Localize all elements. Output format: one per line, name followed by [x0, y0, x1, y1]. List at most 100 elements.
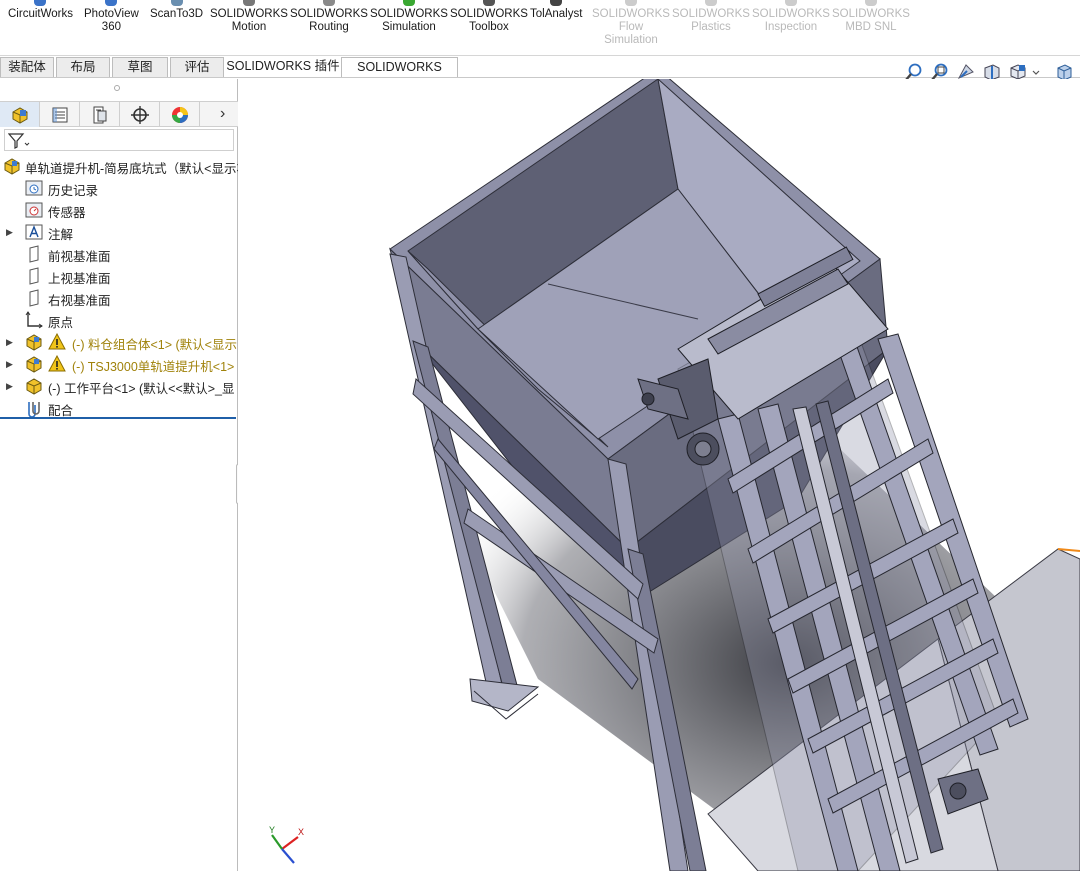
tree-item-root-assembly[interactable]: 单轨道提升机-简易底坑式（默认<显示状: [0, 155, 238, 177]
tab-layout[interactable]: 布局: [56, 57, 110, 77]
tree-label: 传感器: [48, 206, 86, 220]
tab-configuration-manager[interactable]: [80, 102, 120, 127]
tree-label: (-) 工作平台<1> (默认<<默认>_显: [48, 382, 235, 396]
origin-icon: [25, 311, 43, 329]
panel-more-tabs-button[interactable]: ›: [220, 105, 234, 123]
tab-solidworks-mbd[interactable]: SOLIDWORKS MBD: [341, 57, 458, 92]
tree-label: 单轨道提升机-简易底坑式（默认<显示状: [25, 162, 238, 176]
ribbon-button-label: Routing: [309, 21, 349, 33]
tree-item-component-platform[interactable]: ▶ (-) 工作平台<1> (默认<<默认>_显: [0, 375, 238, 397]
tab-evaluate[interactable]: 评估: [170, 57, 224, 77]
warning-icon: [48, 355, 66, 372]
ribbon-button-label: 360: [101, 21, 121, 33]
tab-sketch[interactable]: 草图: [112, 57, 168, 77]
tab-property-manager[interactable]: [40, 102, 80, 127]
ribbon-button-label: Simulation: [604, 34, 658, 46]
tree-item-front-plane[interactable]: 前视基准面: [0, 243, 238, 265]
ribbon-button-label: SOLIDWORKS: [592, 8, 670, 20]
tab-solidworks-addins[interactable]: SOLIDWORKS 插件: [226, 57, 340, 77]
tree-item-component-hopper[interactable]: ▶ (-) 料仓组合体<1> (默认<显示: [0, 331, 238, 353]
tree-item-right-plane[interactable]: 右视基准面: [0, 287, 238, 309]
ribbon-button-label: Flow: [618, 21, 644, 33]
tree-item-top-plane[interactable]: 上视基准面: [0, 265, 238, 287]
subassembly-icon: [26, 334, 42, 351]
ribbon-button-label: TolAnalyst: [530, 8, 583, 20]
ribbon-button-circuitworks[interactable]: CircuitWorks: [8, 0, 73, 21]
manager-tabs: ›: [0, 101, 238, 127]
ribbon-button-label: Motion: [231, 21, 267, 33]
tree-item-sensors[interactable]: 传感器: [0, 199, 238, 221]
ribbon-button-scanto3d[interactable]: ScanTo3D: [150, 0, 203, 21]
plane-icon: [29, 245, 39, 263]
ribbon-button-photoview[interactable]: PhotoView 360: [84, 0, 139, 34]
expand-arrow-icon[interactable]: ▶: [6, 331, 14, 353]
tree-label: (-) TSJ3000单轨道提升机<1>: [72, 360, 235, 374]
dimxpert-icon: [130, 105, 149, 124]
tree-item-origin[interactable]: 原点: [0, 309, 238, 331]
ribbon-button-label: SOLIDWORKS: [290, 8, 368, 20]
warning-icon: [48, 333, 66, 350]
command-ribbon: CircuitWorks PhotoView 360 ScanTo3D SOLIDWOR…: [0, 0, 1080, 56]
ribbon-button-label: Inspection: [764, 21, 818, 33]
tree-label: 原点: [48, 316, 74, 330]
axis-y-label: Y: [269, 825, 275, 835]
tree-label: 历史记录: [48, 184, 99, 198]
tree-item-history[interactable]: 历史记录: [0, 177, 238, 199]
tab-dimxpert-manager[interactable]: [120, 102, 160, 127]
tree-label: 前视基准面: [48, 250, 111, 264]
panel-grip-icon[interactable]: [114, 85, 120, 91]
configuration-manager-icon: [93, 106, 106, 123]
assembly-icon: [4, 158, 20, 175]
feature-manager-panel: › 单轨道提升机-简易底坑式（默认<显示状 历史记录 传感器 ▶ 注解 前视基准…: [0, 79, 238, 871]
ribbon-button-toolbox[interactable]: SOLIDWORKS Toolbox: [450, 0, 528, 34]
plane-icon: [29, 267, 39, 285]
ribbon-button-motion[interactable]: SOLIDWORKS Motion: [210, 0, 288, 34]
display-manager-icon: [171, 106, 188, 123]
expand-arrow-icon[interactable]: ▶: [6, 353, 14, 375]
model-render: X Y: [269, 79, 1080, 871]
tree-label: 右视基准面: [48, 294, 111, 308]
ribbon-button-label: SOLIDWORKS: [752, 8, 830, 20]
annotation-icon: [25, 224, 43, 240]
tree-label: 上视基准面: [48, 272, 111, 286]
feature-tree-filter[interactable]: [4, 129, 234, 151]
mates-icon: [28, 402, 40, 417]
tree-selection-line: [0, 417, 236, 419]
ribbon-button-label: SOLIDWORKS: [672, 8, 750, 20]
tab-display-manager[interactable]: [160, 102, 200, 127]
subassembly-icon: [26, 378, 42, 395]
ribbon-button-label: PhotoView: [84, 8, 139, 20]
ribbon-button-label: SOLIDWORKS: [450, 8, 528, 20]
feature-manager-icon: [12, 106, 27, 124]
ribbon-button-label: Simulation: [382, 21, 436, 33]
ribbon-button-label: CircuitWorks: [8, 8, 73, 20]
expand-arrow-icon[interactable]: ▶: [6, 221, 14, 243]
expand-arrow-icon[interactable]: ▶: [6, 375, 14, 397]
ribbon-button-routing[interactable]: SOLIDWORKS Routing: [290, 0, 368, 34]
ribbon-button-label: Toolbox: [469, 21, 509, 33]
ribbon-button-plastics[interactable]: SOLIDWORKS Plastics: [672, 0, 750, 34]
axis-x-label: X: [298, 827, 304, 837]
history-icon: [25, 180, 43, 196]
ribbon-button-tolanalyst[interactable]: TolAnalyst: [530, 0, 582, 21]
tree-item-component-lifter[interactable]: ▶ (-) TSJ3000单轨道提升机<1>: [0, 353, 238, 375]
tree-label: (-) 料仓组合体<1> (默认<显示: [72, 338, 237, 352]
ribbon-button-label: SOLIDWORKS: [210, 8, 288, 20]
ribbon-button-inspection[interactable]: SOLIDWORKS Inspection: [752, 0, 830, 34]
ribbon-button-flow[interactable]: SOLIDWORKS Flow Simulation: [592, 0, 670, 47]
ribbon-button-label: SOLIDWORKS: [832, 8, 910, 20]
tree-item-mates[interactable]: 配合: [0, 397, 238, 419]
tab-assembly[interactable]: 装配体: [0, 57, 54, 77]
tree-label: 注解: [48, 228, 74, 242]
tab-feature-manager[interactable]: [0, 102, 40, 127]
tree-item-annotations[interactable]: ▶ 注解: [0, 221, 238, 243]
ribbon-button-label: SOLIDWORKS: [370, 8, 448, 20]
ribbon-button-simulation[interactable]: SOLIDWORKS Simulation: [370, 0, 448, 34]
axis-triad: X Y: [269, 825, 304, 864]
ribbon-button-mbdsnl[interactable]: SOLIDWORKS MBD SNL: [832, 0, 910, 34]
graphics-area[interactable]: X Y: [238, 79, 1080, 871]
property-manager-icon: [52, 107, 67, 122]
sensor-icon: [25, 202, 43, 218]
subassembly-icon: [26, 356, 42, 373]
ribbon-button-label: ScanTo3D: [150, 8, 204, 20]
